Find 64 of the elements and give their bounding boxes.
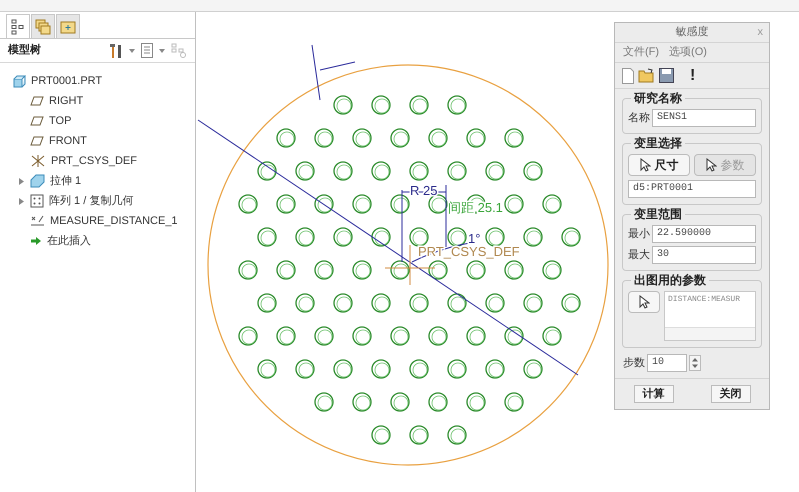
name-field[interactable]: SENS1 (652, 109, 756, 127)
pointer-icon (638, 295, 650, 309)
plane-icon (30, 116, 44, 126)
expand-arrow-icon[interactable] (19, 198, 24, 205)
new-file-icon[interactable] (622, 68, 634, 84)
pattern-icon (30, 194, 44, 208)
extrude-icon (30, 174, 45, 188)
layers-icon (35, 18, 51, 34)
cube-icon (13, 74, 26, 88)
group-title: 研究名称 (631, 91, 685, 105)
tree-icon (11, 18, 25, 34)
tree-item[interactable]: 阵列 1 / 复制几何 (0, 191, 195, 211)
menu-item[interactable]: 文件(F) (623, 44, 660, 61)
run-button[interactable]: ! (690, 68, 696, 84)
field-label: 最小 (628, 226, 650, 242)
tools-icon[interactable] (109, 42, 123, 58)
dialog-title: 敏感度 (676, 24, 708, 40)
panel-tab[interactable] (31, 14, 55, 38)
max-field[interactable]: 30 (652, 246, 756, 264)
spinner-control[interactable] (689, 355, 701, 371)
dialog-button[interactable]: 关闭 (710, 385, 750, 403)
steps-field[interactable]: 10 (647, 354, 687, 372)
tree-item[interactable]: PRT0001.PRT (0, 71, 195, 91)
panel-title: 模型树 (8, 42, 41, 58)
dropdown-icon[interactable] (129, 48, 135, 52)
group-title: 变里范围 (631, 207, 685, 221)
save-icon[interactable] (659, 68, 674, 83)
list-item[interactable]: DISTANCE:MEASUR (668, 294, 752, 306)
menu-item[interactable]: 选项(O) (669, 44, 707, 61)
horizontal-scrollbar[interactable] (665, 327, 755, 340)
field-label: 名称 (628, 110, 650, 126)
tree-item[interactable]: PRT_CSYS_DEF (0, 151, 195, 171)
plane-icon (30, 136, 44, 146)
plane-icon (30, 96, 44, 106)
dropdown-icon[interactable] (159, 48, 165, 52)
folder-icon (60, 20, 76, 34)
pointer-icon (706, 158, 716, 172)
list-icon[interactable] (141, 43, 153, 58)
variable-field[interactable]: d5:PRT0001 (628, 180, 756, 198)
field-label: 最大 (628, 248, 650, 263)
csys-icon (30, 154, 46, 168)
panel-tab[interactable] (6, 14, 30, 38)
pick-button[interactable] (628, 291, 660, 313)
group-title: 变里选择 (631, 136, 685, 150)
field-label: 步数 (623, 356, 645, 371)
dialog-button[interactable]: 计算 (634, 385, 674, 403)
parameter-list[interactable]: DISTANCE:MEASUR (664, 291, 756, 341)
tree-item[interactable]: MEASURE_DISTANCE_1 (0, 211, 195, 231)
tree-item[interactable]: FRONT (0, 131, 195, 151)
pointer-icon (640, 158, 650, 172)
open-folder-icon[interactable] (638, 68, 655, 83)
arrow-icon (30, 236, 42, 246)
select-button[interactable]: 尺寸 (628, 154, 690, 176)
tree-item[interactable]: 拉伸 1 (0, 171, 195, 191)
measure-icon (30, 214, 45, 228)
tree-item[interactable]: RIGHT (0, 91, 195, 111)
min-field[interactable]: 22.590000 (652, 225, 756, 243)
canvas-label: 1° (468, 231, 480, 246)
panel-tab[interactable] (56, 14, 80, 38)
tree-filter-icon[interactable] (171, 43, 187, 58)
expand-arrow-icon[interactable] (19, 178, 24, 185)
tree-item[interactable]: 在此插入 (0, 231, 195, 251)
tree-item[interactable]: TOP (0, 111, 195, 131)
group-title: 出图用的参数 (631, 273, 709, 287)
